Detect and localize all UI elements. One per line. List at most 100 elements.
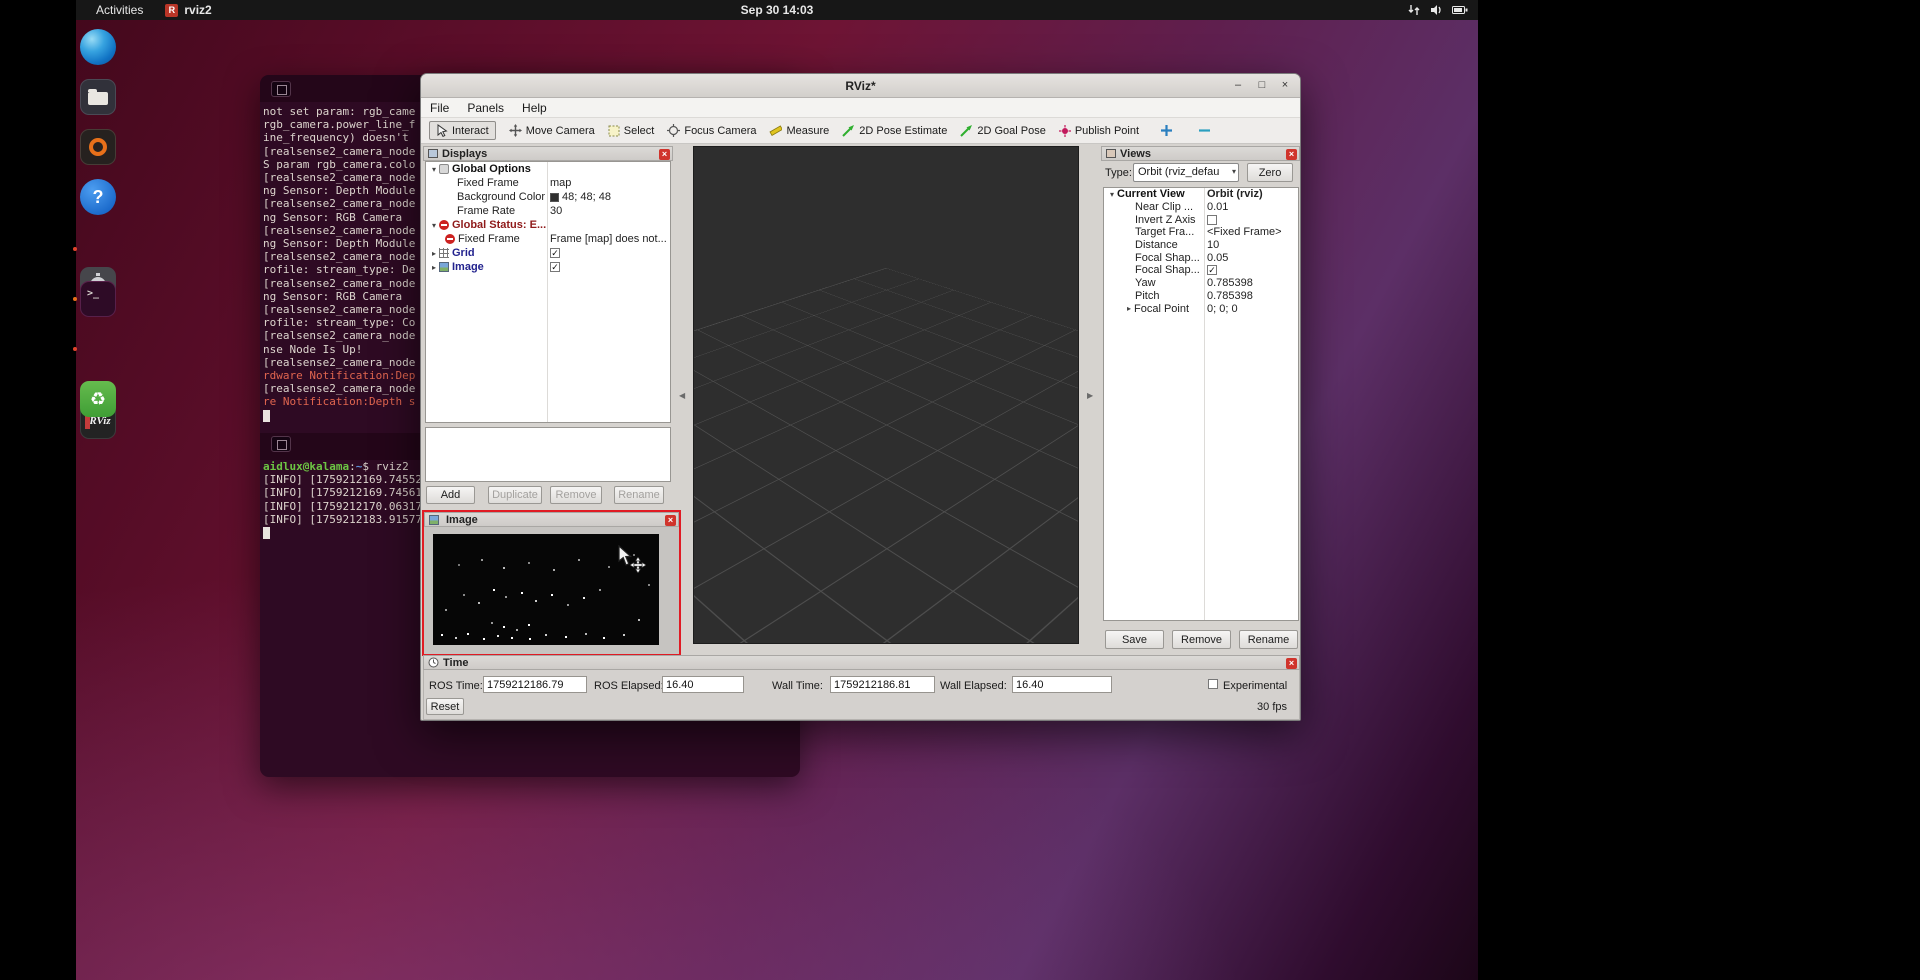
running-indicator-terminal bbox=[73, 297, 77, 301]
error-status-icon bbox=[439, 220, 449, 230]
view-type-select[interactable]: Orbit (rviz_defau ▾ bbox=[1133, 163, 1239, 182]
view-row-distance[interactable]: Distance 10 bbox=[1104, 239, 1298, 252]
activities-button[interactable]: Activities bbox=[96, 3, 143, 17]
terminal-tab-icon[interactable] bbox=[271, 81, 291, 97]
close-image-panel-button[interactable]: × bbox=[665, 515, 676, 526]
time-panel-header[interactable]: Time × bbox=[423, 655, 1300, 670]
tool-measure[interactable]: Measure bbox=[769, 124, 829, 137]
tool-move-camera[interactable]: Move Camera bbox=[509, 124, 595, 137]
dock-item-files[interactable] bbox=[80, 79, 116, 115]
window-titlebar[interactable]: RViz* bbox=[421, 74, 1300, 98]
tree-row-fixed-frame-error[interactable]: Fixed Frame Frame [map] does not... bbox=[426, 232, 670, 246]
maximize-button[interactable]: □ bbox=[1254, 78, 1270, 94]
collapse-right-splitter[interactable]: ▶ bbox=[1087, 391, 1093, 400]
tree-row-image[interactable]: ▸ Image ✓ bbox=[426, 260, 670, 274]
tree-row-frame-rate[interactable]: Frame Rate 30 bbox=[426, 204, 670, 218]
experimental-checkbox[interactable] bbox=[1208, 679, 1218, 689]
tree-row-grid[interactable]: ▸ Grid ✓ bbox=[426, 246, 670, 260]
focused-app-indicator[interactable]: R rviz2 bbox=[165, 3, 211, 17]
close-button[interactable]: × bbox=[1277, 78, 1293, 94]
close-views-panel-button[interactable]: × bbox=[1286, 149, 1297, 160]
tool-select[interactable]: Select bbox=[608, 125, 655, 137]
remove-view-button[interactable]: Remove bbox=[1172, 630, 1231, 649]
chevron-down-icon[interactable]: ▾ bbox=[429, 165, 439, 174]
display-description-pane bbox=[425, 427, 671, 482]
tool-publish-point[interactable]: Publish Point bbox=[1059, 125, 1139, 137]
add-display-button[interactable]: Add bbox=[426, 486, 475, 504]
running-indicator-settings bbox=[73, 247, 77, 251]
view-row-focal-shape-size[interactable]: Focal Shap... 0.05 bbox=[1104, 251, 1298, 264]
tool-2d-goal-pose[interactable]: 2D Goal Pose bbox=[960, 124, 1045, 137]
zero-button[interactable]: Zero bbox=[1247, 163, 1293, 182]
tree-row-fixed-frame[interactable]: Fixed Frame map bbox=[426, 176, 670, 190]
prompt-command: rviz2 bbox=[376, 460, 409, 473]
view-row-yaw[interactable]: Yaw 0.785398 bbox=[1104, 277, 1298, 290]
add-tool-button[interactable] bbox=[1160, 124, 1173, 137]
grid-enabled-checkbox[interactable]: ✓ bbox=[550, 248, 560, 258]
dock-item-updater[interactable]: ♻ bbox=[80, 381, 116, 417]
clock[interactable]: Sep 30 14:03 bbox=[741, 3, 814, 17]
invert-z-checkbox[interactable] bbox=[1207, 215, 1217, 225]
chevron-right-icon[interactable]: ▸ bbox=[429, 249, 439, 258]
close-time-panel-button[interactable]: × bbox=[1286, 658, 1297, 669]
global-options-icon bbox=[439, 164, 449, 174]
menu-file[interactable]: File bbox=[421, 99, 458, 117]
dock-item-help[interactable]: ? bbox=[80, 179, 116, 215]
dock-item-terminal[interactable]: >_ bbox=[80, 281, 116, 317]
close-displays-panel-button[interactable]: × bbox=[659, 149, 670, 160]
minimize-button[interactable]: – bbox=[1230, 78, 1246, 94]
image-enabled-checkbox[interactable]: ✓ bbox=[550, 262, 560, 272]
view-row-pitch[interactable]: Pitch 0.785398 bbox=[1104, 290, 1298, 303]
chevron-right-icon[interactable]: ▸ bbox=[1124, 304, 1134, 313]
battery-icon bbox=[1452, 5, 1468, 15]
view-type-value: Orbit (rviz_defau bbox=[1138, 166, 1219, 178]
terminal2-tab-icon[interactable] bbox=[271, 436, 291, 452]
view-row-near-clip[interactable]: Near Clip ... 0.01 bbox=[1104, 201, 1298, 214]
chevron-down-icon[interactable]: ▾ bbox=[429, 221, 439, 230]
ros-time-field[interactable] bbox=[483, 676, 587, 693]
camera-image[interactable] bbox=[433, 534, 659, 645]
tree-row-global-options[interactable]: ▾ Global Options bbox=[426, 162, 670, 176]
minus-icon bbox=[1198, 124, 1211, 137]
menu-help[interactable]: Help bbox=[513, 99, 556, 117]
save-view-button[interactable]: Save bbox=[1105, 630, 1164, 649]
focal-shape-checkbox[interactable]: ✓ bbox=[1207, 265, 1217, 275]
dock-item-firefox[interactable] bbox=[80, 29, 116, 65]
wall-elapsed-field[interactable] bbox=[1012, 676, 1112, 693]
pose-estimate-icon bbox=[842, 124, 855, 137]
tool-2d-pose-estimate[interactable]: 2D Pose Estimate bbox=[842, 124, 947, 137]
view-row-current-view[interactable]: ▾ Current View Orbit (rviz) bbox=[1104, 188, 1298, 201]
displays-panel-header[interactable]: Displays × bbox=[423, 146, 673, 161]
remove-tool-button[interactable] bbox=[1198, 124, 1211, 137]
displays-panel-title: Displays bbox=[442, 148, 487, 160]
image-panel-header[interactable]: Image × bbox=[424, 512, 679, 527]
wall-time-field[interactable] bbox=[830, 676, 935, 693]
focused-app-name: rviz2 bbox=[184, 3, 211, 17]
3d-viewport[interactable] bbox=[693, 146, 1079, 644]
chevron-down-icon[interactable]: ▾ bbox=[1107, 190, 1117, 199]
dock-item-software[interactable] bbox=[80, 129, 116, 165]
tree-row-background-color[interactable]: Background Color 48; 48; 48 bbox=[426, 190, 670, 204]
collapse-left-splitter[interactable]: ◀ bbox=[679, 391, 685, 400]
menu-panels[interactable]: Panels bbox=[458, 99, 513, 117]
gear-teeth-icon bbox=[96, 273, 100, 276]
reset-button[interactable]: Reset bbox=[426, 698, 464, 715]
rename-view-button[interactable]: Rename bbox=[1239, 630, 1298, 649]
tool-focus-camera[interactable]: Focus Camera bbox=[667, 124, 756, 137]
view-row-focal-shape-fixed[interactable]: Focal Shap... ✓ bbox=[1104, 264, 1298, 277]
running-indicator-rviz bbox=[73, 347, 77, 351]
view-row-target-frame[interactable]: Target Fra... <Fixed Frame> bbox=[1104, 226, 1298, 239]
software-ring-icon bbox=[89, 138, 107, 156]
menu-bar: File Panels Help bbox=[421, 98, 1300, 118]
remove-display-button[interactable]: Remove bbox=[550, 486, 602, 504]
view-row-invert-z[interactable]: Invert Z Axis bbox=[1104, 213, 1298, 226]
duplicate-display-button[interactable]: Duplicate bbox=[488, 486, 542, 504]
rename-display-button[interactable]: Rename bbox=[614, 486, 664, 504]
chevron-right-icon[interactable]: ▸ bbox=[429, 263, 439, 272]
ros-elapsed-field[interactable] bbox=[662, 676, 744, 693]
select-icon bbox=[608, 125, 620, 137]
tool-interact[interactable]: Interact bbox=[429, 121, 496, 140]
tree-row-global-status[interactable]: ▾ Global Status: E... bbox=[426, 218, 670, 232]
view-row-focal-point[interactable]: ▸ Focal Point 0; 0; 0 bbox=[1104, 302, 1298, 315]
views-panel-header[interactable]: Views × bbox=[1101, 146, 1300, 161]
